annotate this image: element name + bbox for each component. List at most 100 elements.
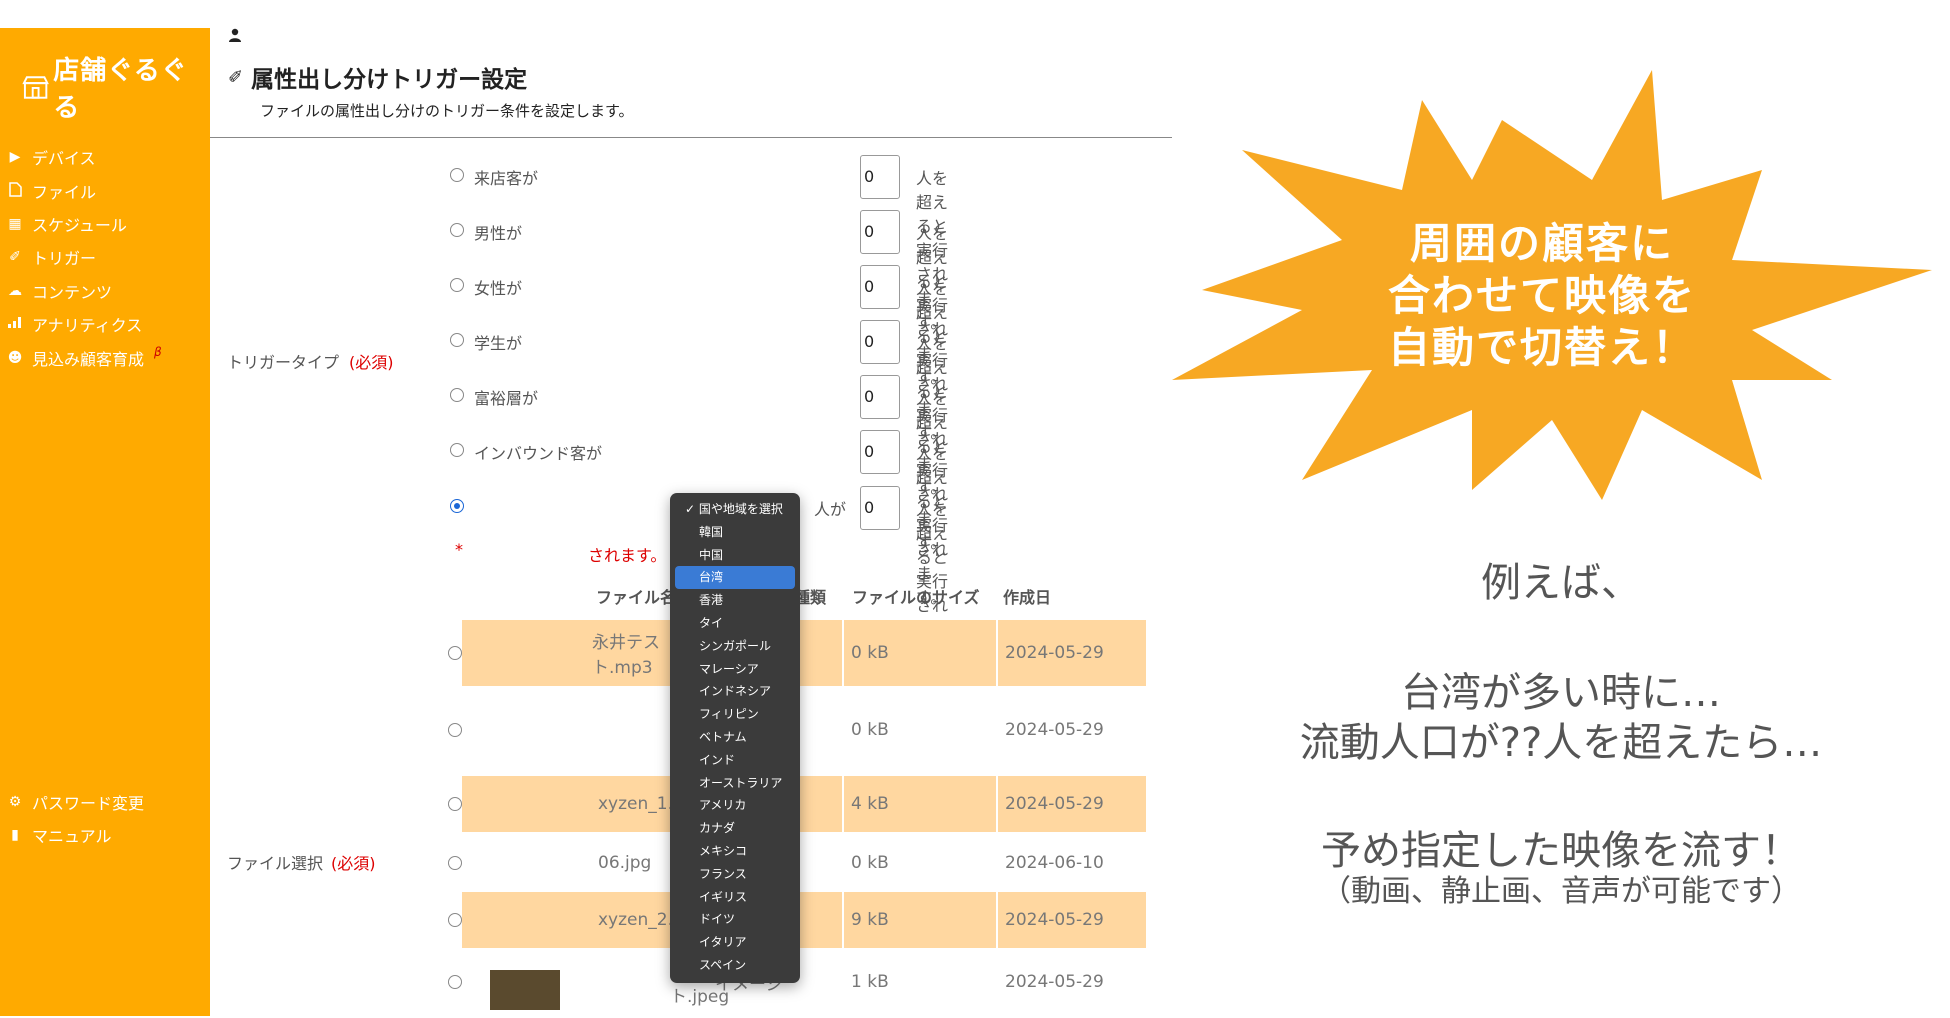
warning-text: されます。 (588, 546, 667, 565)
file-radio[interactable] (448, 975, 462, 989)
dropdown-option[interactable]: 韓国 (675, 521, 795, 544)
trigger-radio[interactable] (450, 388, 464, 402)
trigger-type-label: トリガータイプ (必須) (227, 349, 394, 373)
threshold-input[interactable]: 0 (860, 265, 900, 309)
dropdown-option[interactable]: カナダ (675, 817, 795, 840)
gear-icon: ⚙ (8, 794, 22, 810)
dropdown-option[interactable]: フィリピン (675, 703, 795, 726)
divider (210, 137, 1172, 138)
promo-line-4: （動画、静止画、音声が可能です） (1321, 874, 1801, 909)
file-date: 2024-05-29 (998, 776, 1148, 832)
sidebar-item-label: パスワード変更 (32, 794, 145, 813)
trigger-radio[interactable] (450, 168, 464, 182)
file-date: 2024-05-29 (998, 694, 1148, 766)
required-mark: (必須) (331, 854, 376, 873)
sidebar-item-prospects[interactable]: ☻ 見込み顧客育成 β (6, 345, 162, 370)
user-icon[interactable] (228, 28, 242, 46)
dropdown-option[interactable]: インドネシア (675, 680, 795, 703)
dropdown-option[interactable]: オーストラリア (675, 772, 795, 795)
threshold-input[interactable]: 0 (860, 320, 900, 364)
book-icon: ▮ (11, 827, 19, 843)
sidebar-item-label: スケジュール (32, 216, 127, 235)
dropdown-option[interactable]: スペイン (675, 954, 795, 977)
file-radio[interactable] (448, 797, 462, 811)
trigger-radio[interactable] (450, 223, 464, 237)
megaphone-icon: ✐ (9, 249, 21, 265)
file-radio[interactable] (448, 913, 462, 927)
trigger-row-female: 女性が 0 人を超えると実行されます。 (450, 265, 950, 442)
dropdown-option[interactable]: メキシコ (675, 840, 795, 863)
dropdown-option-placeholder[interactable]: ✓ 国や地域を選択 (675, 498, 795, 521)
threshold-input[interactable]: 0 (860, 430, 900, 474)
play-icon: ▶ (9, 149, 21, 165)
trigger-label: 女性が (474, 279, 523, 298)
store-icon (22, 76, 49, 99)
dropdown-option[interactable]: ドイツ (675, 908, 795, 931)
trigger-row-male: 男性が 0 人を超えると実行されます。 (450, 210, 950, 387)
sidebar-item-trigger[interactable]: ✐ トリガー (6, 245, 96, 269)
dropdown-option[interactable]: アメリカ (675, 794, 795, 817)
sidebar: 店舗ぐるぐる ▶ デバイス ファイル ▦ スケジュール ✐ トリガー ☁ コンテ… (0, 28, 210, 1016)
trigger-radio[interactable] (450, 333, 464, 347)
sidebar-item-analytics[interactable]: アナリティクス (6, 312, 142, 336)
file-date: 2024-05-29 (998, 892, 1148, 948)
dropdown-option[interactable]: フランス (675, 863, 795, 886)
file-size: 4 kB (844, 776, 998, 832)
file-date: 2024-05-29 (998, 954, 1148, 1010)
warning-star: * (455, 540, 463, 559)
sidebar-item-schedule[interactable]: ▦ スケジュール (6, 212, 127, 236)
threshold-input[interactable]: 0 (860, 375, 900, 419)
trigger-radio[interactable] (450, 499, 464, 513)
page-title-text: 属性出し分けトリガー設定 (251, 67, 528, 93)
dropdown-option[interactable]: イタリア (675, 931, 795, 954)
trigger-label: 富裕層が (474, 389, 539, 408)
sidebar-item-label: 見込み顧客育成 (32, 350, 145, 369)
file-size: 0 kB (844, 620, 998, 686)
sidebar-item-files[interactable]: ファイル (6, 179, 96, 203)
trigger-label: 男性が (474, 224, 523, 243)
file-date: 2024-05-29 (998, 620, 1148, 686)
threshold-input[interactable]: 0 (860, 210, 900, 254)
dropdown-option-label: 国や地域を選択 (698, 502, 783, 516)
file-size: 0 kB (844, 694, 998, 766)
main-panel: ✐ 属性出し分けトリガー設定 ファイルの属性出し分けのトリガー条件を設定します。… (210, 0, 1172, 1018)
brand-logo[interactable]: 店舗ぐるぐる (22, 50, 210, 124)
dropdown-option[interactable]: タイ (675, 612, 795, 635)
megaphone-icon: ✐ (228, 66, 244, 88)
trigger-row-wealthy: 富裕層が 0 人を超えると実行されます。 (450, 375, 950, 552)
trigger-radio[interactable] (450, 278, 464, 292)
trigger-radio[interactable] (450, 443, 464, 457)
sidebar-item-label: ファイル (32, 183, 97, 202)
promo-panel: 周囲の顧客に 合わせて映像を 自動で切替え！ 例えば、 台湾が多い時に… 流動人… (1172, 0, 1950, 1018)
dropdown-option[interactable]: イギリス (675, 886, 795, 909)
dropdown-option[interactable]: 香港 (675, 589, 795, 612)
sidebar-item-devices[interactable]: ▶ デバイス (6, 145, 96, 169)
page-title: ✐ 属性出し分けトリガー設定 (228, 60, 527, 94)
trigger-label: 学生が (474, 334, 523, 353)
dropdown-option[interactable]: シンガポール (675, 635, 795, 658)
file-size: 0 kB (844, 838, 998, 888)
sidebar-item-manual[interactable]: ▮ マニュアル (6, 823, 111, 847)
bar-chart-icon (6, 316, 24, 332)
sidebar-item-password[interactable]: ⚙ パスワード変更 (6, 790, 144, 814)
country-dropdown[interactable]: ✓ 国や地域を選択 韓国 中国 台湾 香港 タイ シンガポール マレーシア イン… (670, 493, 800, 983)
dropdown-option[interactable]: インド (675, 749, 795, 772)
dropdown-option[interactable]: ベトナム (675, 726, 795, 749)
file-radio[interactable] (448, 856, 462, 870)
threshold-input[interactable]: 0 (860, 155, 900, 199)
threshold-input[interactable]: 0 (860, 486, 900, 530)
file-radio[interactable] (448, 646, 462, 660)
dropdown-option-highlighted[interactable]: 台湾 (675, 566, 795, 590)
dropdown-option[interactable]: 中国 (675, 544, 795, 567)
file-size: 9 kB (844, 892, 998, 948)
sidebar-item-contents[interactable]: ☁ コンテンツ (6, 279, 112, 303)
column-header-date: 作成日 (1003, 588, 1052, 607)
sidebar-item-label: トリガー (32, 249, 97, 268)
sidebar-item-label: コンテンツ (32, 283, 113, 302)
sidebar-item-label: デバイス (32, 149, 96, 168)
dropdown-option[interactable]: マレーシア (675, 658, 795, 681)
calendar-icon: ▦ (8, 216, 22, 232)
file-radio[interactable] (448, 723, 462, 737)
trigger-label: インバウンド客が (474, 444, 603, 463)
trigger-row-visitors: 来店客が 0 人を超えると実行されます。 (450, 155, 950, 332)
